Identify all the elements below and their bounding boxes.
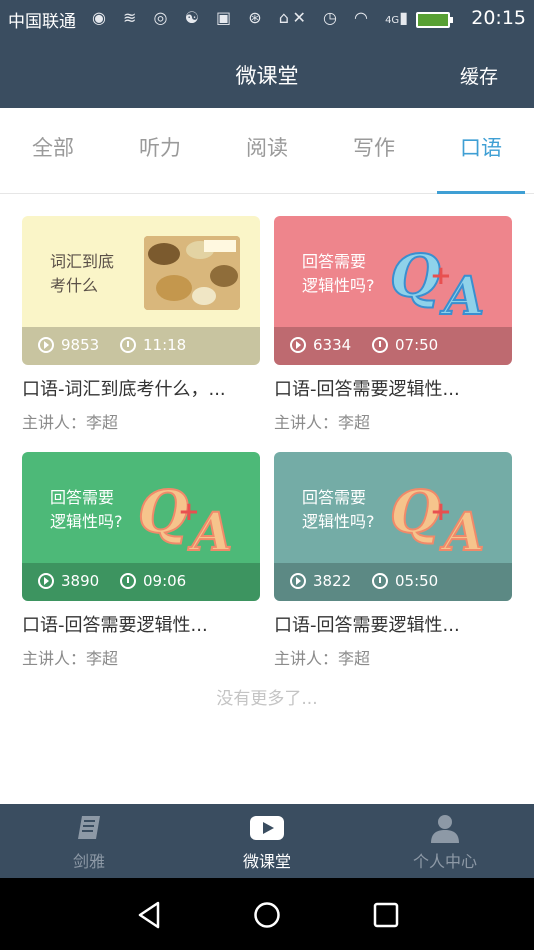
svg-text:A: A xyxy=(439,266,484,318)
book-icon xyxy=(78,816,100,839)
course-card[interactable]: 回答需要 逻辑性吗? Q + A 3890 09:06 口语-回答需要逻辑性..… xyxy=(22,452,260,669)
tab-listening[interactable]: 听力 xyxy=(110,108,210,194)
course-lecturer: 主讲人：李超 xyxy=(274,649,371,668)
play-count-icon xyxy=(290,337,306,353)
play-count-icon xyxy=(38,337,54,353)
thumbnail-caption-line: 回答需要 xyxy=(302,252,367,271)
course-lecturer: 主讲人：李超 xyxy=(274,413,371,432)
play-count-icon xyxy=(290,573,306,589)
cache-button[interactable]: 缓存 xyxy=(460,62,498,89)
clock-icon xyxy=(372,573,388,589)
nav-label: 微课堂 xyxy=(242,852,291,871)
system-nav-bar xyxy=(0,878,534,950)
status-time: 20:15 xyxy=(471,7,526,29)
thumbnail-caption-line: 逻辑性吗? xyxy=(50,512,123,531)
thumbnail-caption-line: 回答需要 xyxy=(302,488,367,507)
nav-label: 个人中心 xyxy=(412,852,477,871)
course-card[interactable]: 回答需要 逻辑性吗? Q + A 3822 05:50 口语-回答需要逻辑性..… xyxy=(274,452,512,669)
carrier-label: 中国联通 xyxy=(8,12,76,32)
network-type: 4G xyxy=(385,15,400,26)
thumbnail-caption: 词汇到底 考什么 xyxy=(50,250,114,298)
svg-text:A: A xyxy=(187,502,232,554)
play-count-value: 6334 xyxy=(313,336,352,354)
no-more-text: 没有更多了... xyxy=(216,689,318,709)
notification-icons: ◉ ≋ ◎ ☯ ▣ ⊛ ⌂ xyxy=(92,8,295,27)
thumbnail-stats-bar: 3890 09:06 xyxy=(22,563,260,601)
duration: 07:50 xyxy=(372,336,438,354)
recents-icon[interactable] xyxy=(371,900,401,930)
duration: 05:50 xyxy=(372,572,438,590)
play-count: 3822 xyxy=(290,572,351,590)
course-lecturer: 主讲人：李超 xyxy=(22,649,119,668)
course-thumbnail[interactable]: 回答需要 逻辑性吗? Q + A 6334 07:50 xyxy=(274,216,512,365)
duration-value: 11:18 xyxy=(143,336,187,354)
course-thumbnail[interactable]: 回答需要 逻辑性吗? Q + A 3822 05:50 xyxy=(274,452,512,601)
clock-icon xyxy=(120,573,136,589)
nav-label: 剑雅 xyxy=(72,852,105,871)
course-title[interactable]: 口语-回答需要逻辑性... xyxy=(274,375,512,401)
home-icon[interactable] xyxy=(252,900,282,930)
tab-reading[interactable]: 阅读 xyxy=(217,108,317,194)
svg-text:A: A xyxy=(439,502,484,554)
play-icon xyxy=(250,816,284,840)
duration: 11:18 xyxy=(120,336,186,354)
course-title[interactable]: 口语-回答需要逻辑性... xyxy=(22,611,260,637)
page-title: 微课堂 xyxy=(235,64,299,88)
course-thumbnail[interactable]: 词汇到底 考什么 9853 11:18 xyxy=(22,216,260,365)
play-count-value: 3822 xyxy=(313,572,352,590)
play-count: 3890 xyxy=(38,572,99,590)
thumbnail-caption: 回答需要 逻辑性吗? xyxy=(302,486,375,534)
play-count: 6334 xyxy=(290,336,351,354)
nav-item-profile[interactable]: 个人中心 xyxy=(356,804,534,878)
person-icon xyxy=(431,815,459,843)
course-card[interactable]: 回答需要 逻辑性吗? Q + A 6334 07:50 口语-回答需要逻辑性..… xyxy=(274,216,512,433)
system-status-icons: ✕ ◷ ◠ 4G▮ xyxy=(292,8,414,27)
course-card[interactable]: 词汇到底 考什么 9853 11:18 口语-词汇到底考什么，... 主讲人：李… xyxy=(22,216,260,433)
tab-writing[interactable]: 写作 xyxy=(324,108,424,194)
back-icon[interactable] xyxy=(134,900,164,930)
thumbnail-caption-line: 逻辑性吗? xyxy=(302,276,375,295)
duration-value: 05:50 xyxy=(395,572,439,590)
course-title[interactable]: 口语-回答需要逻辑性... xyxy=(274,611,512,637)
app-bar: 微课堂 缓存 xyxy=(0,38,534,108)
clock-icon xyxy=(120,337,136,353)
qa-logo: Q + A xyxy=(137,477,233,554)
play-count: 9853 xyxy=(38,336,99,354)
clock-icon xyxy=(372,337,388,353)
thumbnail-caption-line: 逻辑性吗? xyxy=(302,512,375,531)
course-title[interactable]: 口语-词汇到底考什么，... xyxy=(22,375,260,401)
play-count-value: 9853 xyxy=(61,336,100,354)
qa-logo: Q + A xyxy=(389,241,485,318)
status-bar: 中国联通 ◉ ≋ ◎ ☯ ▣ ⊛ ⌂ ✕ ◷ ◠ 4G▮ 20:15 xyxy=(0,0,534,38)
tab-all[interactable]: 全部 xyxy=(3,108,103,194)
thumbnail-caption-line: 词汇到底 xyxy=(50,252,115,271)
thumbnail-stats-bar: 9853 11:18 xyxy=(22,327,260,365)
play-count-icon xyxy=(38,573,54,589)
thumbnail-caption: 回答需要 逻辑性吗? xyxy=(302,250,375,298)
duration-value: 09:06 xyxy=(143,572,187,590)
course-thumbnail[interactable]: 回答需要 逻辑性吗? Q + A 3890 09:06 xyxy=(22,452,260,601)
thumbnail-caption-line: 考什么 xyxy=(50,276,99,295)
duration: 09:06 xyxy=(120,572,186,590)
battery-icon xyxy=(416,12,453,28)
food-collage-image xyxy=(144,236,240,310)
thumbnail-stats-bar: 6334 07:50 xyxy=(274,327,512,365)
play-count-value: 3890 xyxy=(61,572,100,590)
thumbnail-caption-line: 回答需要 xyxy=(50,488,115,507)
thumbnail-caption: 回答需要 逻辑性吗? xyxy=(50,486,123,534)
category-tabs: 全部 听力 阅读 写作 口语 xyxy=(0,108,534,194)
course-lecturer: 主讲人：李超 xyxy=(22,413,119,432)
duration-value: 07:50 xyxy=(395,336,439,354)
thumbnail-stats-bar: 3822 05:50 xyxy=(274,563,512,601)
tab-speaking[interactable]: 口语 xyxy=(431,108,531,194)
nav-item-jianya[interactable]: 剑雅 xyxy=(0,804,178,878)
qa-logo: Q + A xyxy=(389,477,485,554)
bottom-nav: 剑雅 微课堂 个人中心 xyxy=(0,804,534,878)
nav-item-weiketang[interactable]: 微课堂 xyxy=(178,804,356,878)
